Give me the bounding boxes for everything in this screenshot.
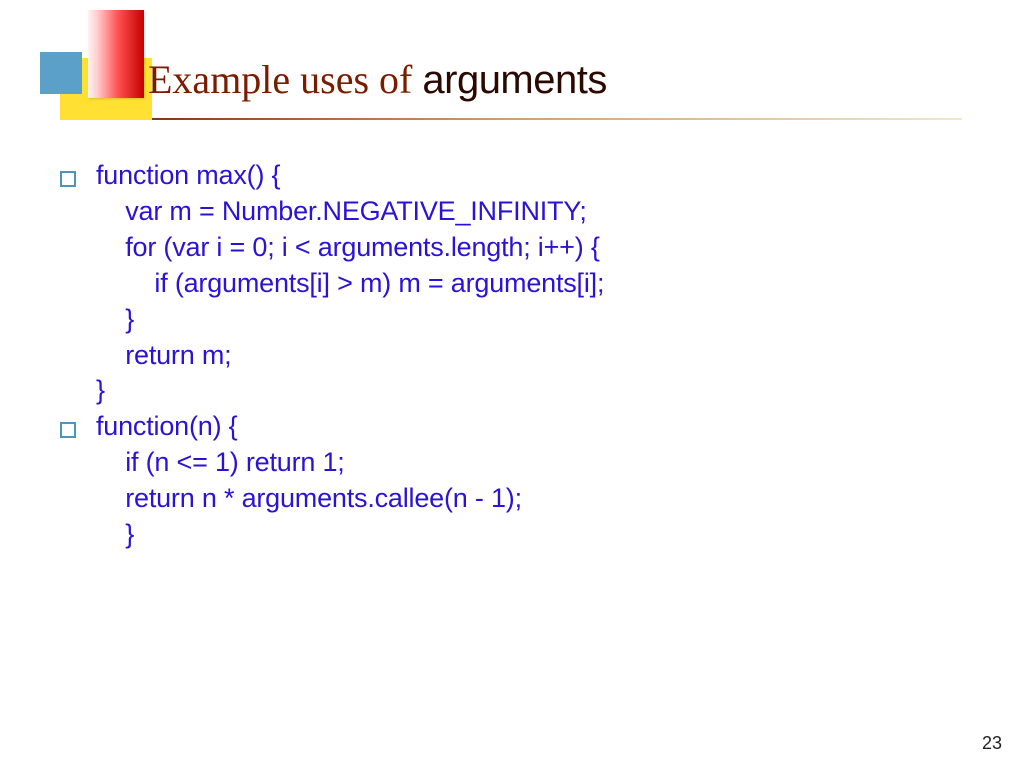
bullet-item: function(n) { if (n <= 1) return 1; retu… <box>52 409 984 553</box>
title-keyword: arguments <box>422 58 606 102</box>
red-gradient-bar-icon <box>88 10 144 98</box>
bullet-item: function max() { var m = Number.NEGATIVE… <box>52 158 984 409</box>
title-underline <box>62 118 962 120</box>
title-prefix: Example uses of <box>148 57 422 102</box>
blue-square-icon <box>40 52 82 94</box>
slide-title: Example uses of arguments <box>148 58 607 102</box>
bullet-list: function max() { var m = Number.NEGATIVE… <box>52 158 984 553</box>
code-block: function max() { var m = Number.NEGATIVE… <box>96 158 984 409</box>
slide-content: function max() { var m = Number.NEGATIVE… <box>52 158 984 553</box>
slide: Example uses of arguments function max()… <box>0 0 1024 768</box>
code-block: function(n) { if (n <= 1) return 1; retu… <box>96 409 984 553</box>
page-number: 23 <box>982 733 1002 754</box>
